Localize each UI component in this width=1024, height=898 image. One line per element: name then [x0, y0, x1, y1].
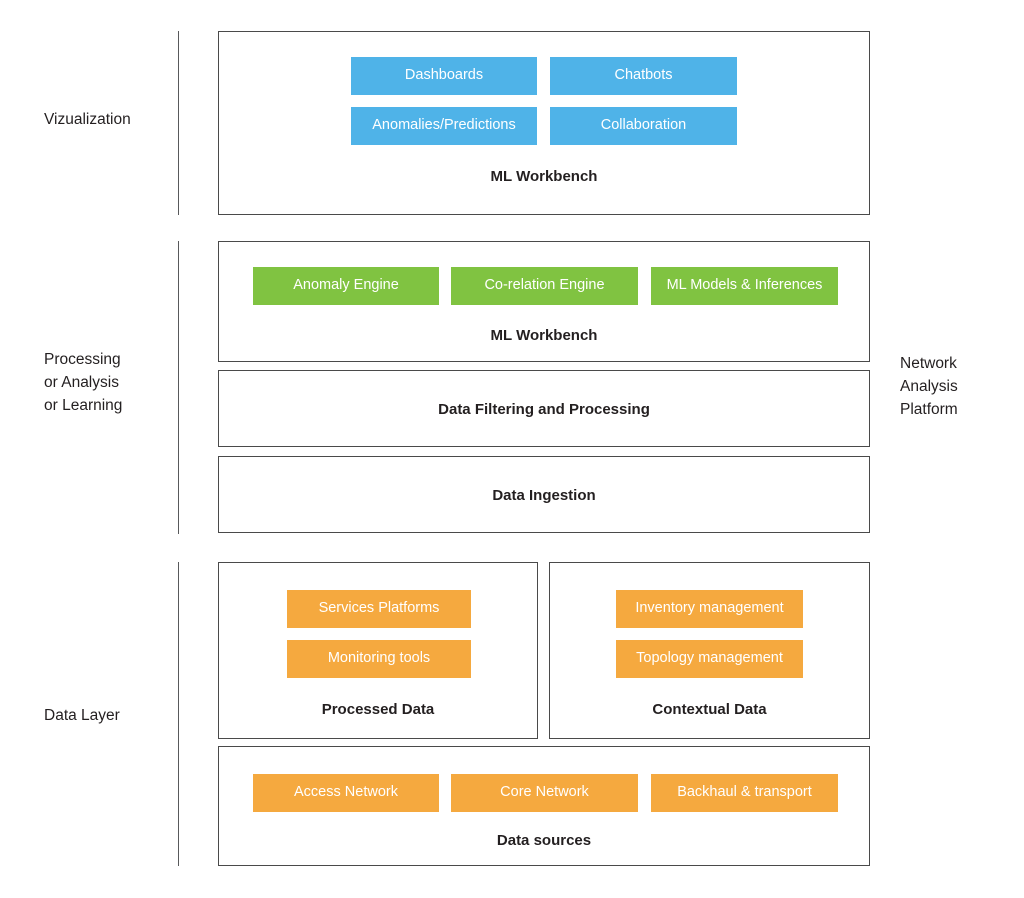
panel-processed-data: Services Platforms Monitoring tools Proc… — [218, 562, 538, 739]
architecture-diagram: Vizualization Processing or Analysis or … — [0, 0, 1024, 898]
chip-backhaul-and-transport[interactable]: Backhaul & transport — [651, 774, 838, 812]
panel-data-sources: Access Network Core Network Backhaul & t… — [218, 746, 870, 866]
panel-ml-workbench-processing: Anomaly Engine Co-relation Engine ML Mod… — [218, 241, 870, 362]
chip-dashboards[interactable]: Dashboards — [351, 57, 537, 95]
chip-ml-models-and-inferences[interactable]: ML Models & Inferences — [651, 267, 838, 305]
band-label-visualization: Vizualization — [44, 111, 131, 128]
panel-data-ingestion: Data Ingestion — [218, 456, 870, 533]
chip-monitoring-tools[interactable]: Monitoring tools — [287, 640, 471, 678]
bracket-divider-data-layer — [178, 562, 179, 866]
chip-anomaly-engine[interactable]: Anomaly Engine — [253, 267, 439, 305]
chip-core-network[interactable]: Core Network — [451, 774, 638, 812]
chip-anomalies-predictions[interactable]: Anomalies/Predictions — [351, 107, 537, 145]
panel-caption-data-sources: Data sources — [496, 832, 592, 849]
chip-topology-management[interactable]: Topology management — [616, 640, 803, 678]
band-label-data-layer: Data Layer — [44, 707, 120, 724]
side-label-network-analysis-platform: Network Analysis Platform — [900, 355, 958, 418]
panel-caption-data-ingestion: Data Ingestion — [492, 487, 596, 504]
chip-access-network[interactable]: Access Network — [253, 774, 439, 812]
bracket-divider-processing — [178, 241, 179, 534]
panel-contextual-data: Inventory management Topology management… — [549, 562, 870, 739]
panel-data-filtering-and-processing: Data Filtering and Processing — [218, 370, 870, 447]
panel-caption-data-filtering-and-processing: Data Filtering and Processing — [438, 401, 650, 418]
panel-ml-workbench-visualization: Dashboards Chatbots Anomalies/Prediction… — [218, 31, 870, 215]
panel-caption-processed-data: Processed Data — [321, 701, 435, 718]
panel-caption-ml-workbench: ML Workbench — [490, 168, 598, 185]
chip-services-platforms[interactable]: Services Platforms — [287, 590, 471, 628]
chip-collaboration[interactable]: Collaboration — [550, 107, 737, 145]
chip-inventory-management[interactable]: Inventory management — [616, 590, 803, 628]
panel-caption-contextual-data: Contextual Data — [652, 701, 767, 718]
chip-chatbots[interactable]: Chatbots — [550, 57, 737, 95]
panel-caption-ml-workbench-processing: ML Workbench — [490, 327, 598, 344]
chip-co-relation-engine[interactable]: Co-relation Engine — [451, 267, 638, 305]
bracket-divider-visualization — [178, 31, 179, 215]
band-label-processing: Processing or Analysis or Learning — [44, 351, 123, 414]
